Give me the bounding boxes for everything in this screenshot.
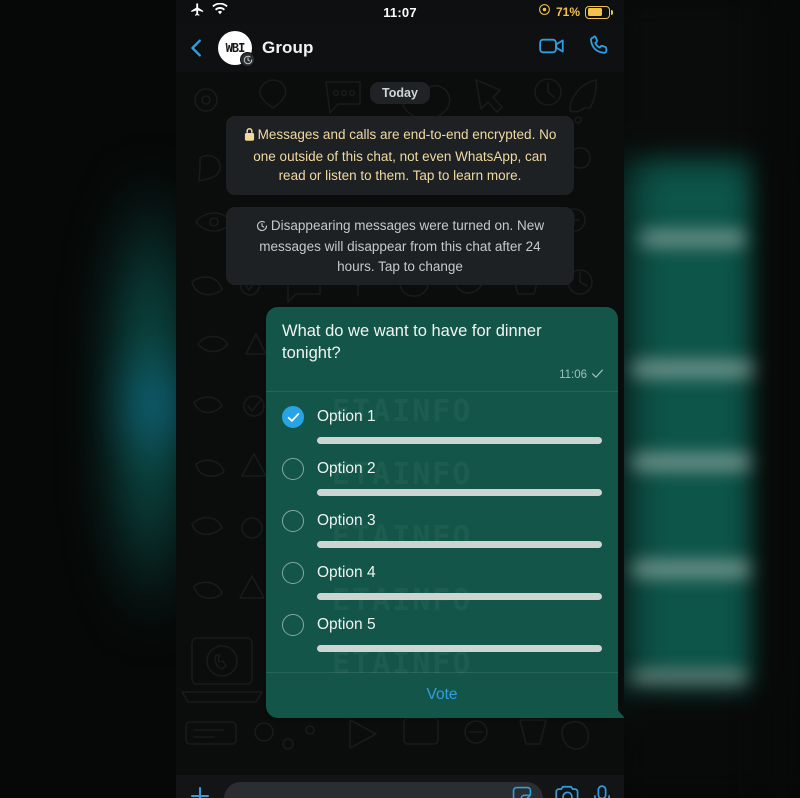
poll-option-result-bar bbox=[317, 541, 602, 549]
encryption-notice[interactable]: Messages and calls are end-to-end encryp… bbox=[226, 116, 574, 195]
poll-message-meta: 11:06 bbox=[266, 366, 618, 391]
plus-icon[interactable] bbox=[188, 784, 212, 798]
message-input[interactable] bbox=[224, 782, 543, 798]
chat-message-list[interactable]: Today Messages and calls are end-to-end … bbox=[176, 72, 624, 775]
camera-icon[interactable] bbox=[555, 785, 580, 798]
poll-option-result-bar bbox=[317, 593, 602, 601]
disappearing-messages-clock-icon bbox=[240, 52, 255, 67]
poll-option[interactable]: Option 4 bbox=[282, 562, 602, 601]
poll-option-result-bar bbox=[317, 645, 602, 653]
battery-percentage: 71% bbox=[555, 5, 580, 19]
encryption-notice-row: Messages and calls are end-to-end encryp… bbox=[176, 116, 624, 207]
encryption-notice-text: Messages and calls are end-to-end encryp… bbox=[253, 127, 557, 184]
poll-option-checkbox-checked[interactable] bbox=[282, 406, 304, 429]
screenshot-stage: 11:07 71% WBI Group Today Messages and c… bbox=[0, 0, 800, 798]
poll-option[interactable]: Option 5 bbox=[282, 614, 602, 653]
rotation-lock-icon bbox=[538, 3, 551, 21]
microphone-icon[interactable] bbox=[592, 784, 612, 798]
poll-option-checkbox[interactable] bbox=[282, 562, 304, 585]
wifi-icon bbox=[212, 2, 228, 21]
poll-option[interactable]: Option 1 bbox=[282, 406, 602, 445]
poll-option-label: Option 4 bbox=[317, 564, 376, 582]
poll-option[interactable]: Option 3 bbox=[282, 510, 602, 549]
poll-option-label: Option 3 bbox=[317, 512, 376, 530]
poll-option-result-bar bbox=[317, 489, 602, 497]
video-call-icon[interactable] bbox=[539, 36, 565, 61]
poll-option[interactable]: Option 2 bbox=[282, 458, 602, 497]
poll-option-label: Option 2 bbox=[317, 460, 376, 478]
chat-header: WBI Group bbox=[176, 24, 624, 72]
poll-option-result-bar bbox=[317, 437, 602, 445]
battery-icon bbox=[585, 5, 613, 19]
sent-check-icon bbox=[591, 368, 604, 382]
poll-timestamp: 11:06 bbox=[559, 369, 587, 382]
disappearing-messages-notice[interactable]: Disappearing messages were turned on. Ne… bbox=[226, 206, 574, 286]
avatar[interactable]: WBI bbox=[218, 31, 255, 67]
poll-option-checkbox[interactable] bbox=[282, 614, 304, 637]
phone-screen: 11:07 71% WBI Group Today Messages and c… bbox=[176, 0, 624, 798]
chat-title[interactable]: Group bbox=[262, 38, 314, 58]
poll-option-checkbox[interactable] bbox=[282, 510, 304, 533]
poll-option-label: Option 1 bbox=[317, 408, 376, 426]
vote-button[interactable]: Vote bbox=[266, 673, 618, 718]
poll-message-row: What do we want to have for dinner tonig… bbox=[176, 307, 624, 719]
message-composer bbox=[176, 775, 624, 798]
poll-bubble[interactable]: What do we want to have for dinner tonig… bbox=[266, 307, 618, 719]
date-divider-row: Today bbox=[176, 82, 624, 116]
sticker-icon[interactable] bbox=[511, 785, 533, 798]
voice-call-icon[interactable] bbox=[587, 34, 610, 62]
poll-option-label: Option 5 bbox=[317, 616, 376, 634]
status-bar: 11:07 71% bbox=[176, 0, 624, 24]
back-chevron-icon[interactable] bbox=[186, 37, 208, 59]
lock-icon bbox=[244, 127, 255, 147]
disappearing-notice-row: Disappearing messages were turned on. Ne… bbox=[176, 206, 624, 298]
poll-option-checkbox[interactable] bbox=[282, 458, 304, 481]
airplane-mode-icon bbox=[190, 2, 205, 22]
disappearing-messages-clock-icon bbox=[256, 218, 268, 238]
date-divider: Today bbox=[370, 82, 430, 104]
poll-question: What do we want to have for dinner tonig… bbox=[282, 322, 542, 362]
poll-options-list[interactable]: ETAINFOOption 1ETAINFOOption 2ETAINFOOpt… bbox=[266, 392, 618, 681]
disappearing-notice-text: Disappearing messages were turned on. Ne… bbox=[259, 217, 545, 274]
